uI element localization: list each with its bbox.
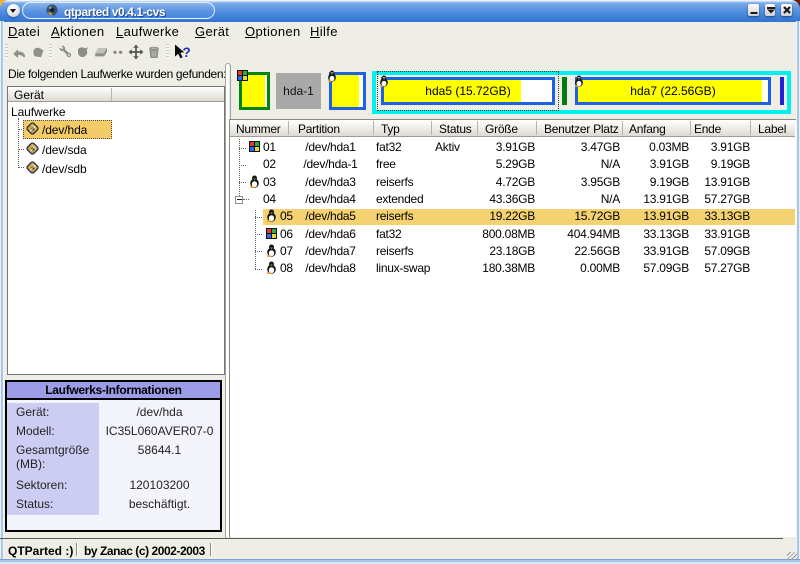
svg-text:?: ? <box>183 45 191 60</box>
